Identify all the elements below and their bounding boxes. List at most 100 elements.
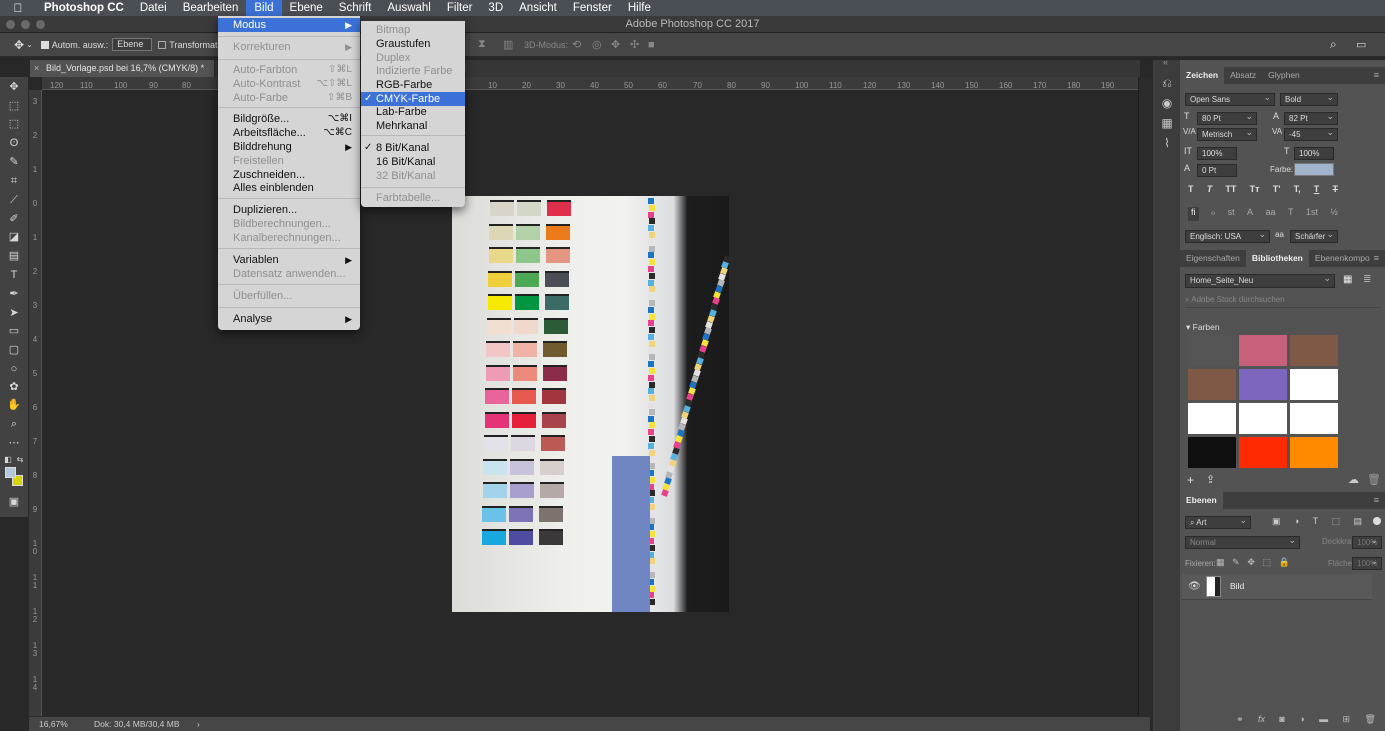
history-icon[interactable]: ⎌ xyxy=(1160,76,1174,90)
menu-hilfe[interactable]: Hilfe xyxy=(620,0,659,16)
bild-menu-item[interactable]: Arbeitsfläche... ⌥⌘C xyxy=(218,126,360,140)
bild-menu-item[interactable]: Analyse ▶ xyxy=(218,312,360,326)
modus-menu-item[interactable]: Graustufen xyxy=(361,37,465,51)
text-tool-icon[interactable]: T xyxy=(5,267,23,283)
delete-layer-icon[interactable]: 🗑 xyxy=(1365,714,1376,725)
zoom-window-icon[interactable] xyxy=(36,20,45,29)
panel-menu-icon[interactable]: ≡ xyxy=(1374,67,1379,84)
lock-artboard-icon[interactable]: ⬚ xyxy=(1263,557,1272,568)
crop-tool-icon[interactable]: ⌗ xyxy=(5,173,23,189)
link-layers-icon[interactable]: ⚭ xyxy=(1236,714,1244,725)
old-style-button[interactable]: ℴ xyxy=(1211,207,1215,221)
auto-select-target-dropdown[interactable]: Ebene xyxy=(112,38,153,51)
library-color-swatch[interactable] xyxy=(1290,437,1338,468)
tracking-field[interactable]: -45 xyxy=(1284,127,1338,141)
fractions-button[interactable]: ½ xyxy=(1330,207,1338,221)
rounded-rect-tool-icon[interactable]: ▢ xyxy=(5,342,23,358)
transform-checkbox[interactable] xyxy=(158,40,167,49)
blend-mode-select[interactable]: Normal xyxy=(1185,535,1300,549)
document-image[interactable] xyxy=(452,196,729,612)
add-mask-icon[interactable]: ◙ xyxy=(1279,714,1284,725)
bild-menu-item[interactable]: Variablen ▶ xyxy=(218,253,360,267)
brush-tool-icon[interactable]: ✐ xyxy=(5,211,23,227)
library-color-swatch[interactable] xyxy=(1188,437,1236,468)
baseline-shift-field[interactable]: 0 Pt xyxy=(1197,164,1237,177)
bild-menu-item[interactable]: Duplizieren... xyxy=(218,203,360,217)
3d-roll-icon[interactable]: ◎ xyxy=(592,38,602,51)
underline-button[interactable]: T xyxy=(1314,184,1320,198)
more-tools-icon[interactable]: ⋯ xyxy=(5,435,23,451)
document-tab[interactable]: × Bild_Vorlage.psd bei 16,7% (CMYK/8) * xyxy=(30,60,215,77)
library-color-swatch[interactable] xyxy=(1239,335,1287,366)
default-colors-icon[interactable]: ◧ xyxy=(3,452,13,468)
all-caps-button[interactable]: TT xyxy=(1225,184,1236,198)
close-window-icon[interactable] xyxy=(6,20,15,29)
tool-preset-dropdown-icon[interactable]: ⌄ xyxy=(26,40,33,49)
library-color-swatch[interactable] xyxy=(1239,403,1287,434)
swap-colors-icon[interactable]: ⇆ xyxy=(15,452,25,468)
panel-menu-icon[interactable]: ≡ xyxy=(1374,492,1379,509)
eyedropper-tool-icon[interactable]: ⟋ xyxy=(5,192,23,208)
modus-menu-item[interactable]: ✓ 8 Bit/Kanal xyxy=(361,141,465,155)
tab-eigenschaften[interactable]: Eigenschaften xyxy=(1180,250,1246,267)
modus-menu-item[interactable]: 16 Bit/Kanal xyxy=(361,155,465,169)
menu-bild[interactable]: Bild xyxy=(246,0,282,16)
panel-menu-icon[interactable]: ≡ xyxy=(1374,250,1379,267)
artboard-tool-icon[interactable]: ⬚ xyxy=(5,98,23,114)
ellipse-tool-icon[interactable]: ○ xyxy=(5,361,23,377)
new-layer-icon[interactable]: ⊞ xyxy=(1343,714,1351,725)
trash-icon[interactable]: 🗑 xyxy=(1367,473,1381,486)
eraser-tool-icon[interactable]: ◪ xyxy=(5,229,23,245)
tab-glyphen[interactable]: Glyphen xyxy=(1262,67,1306,84)
modus-menu-item[interactable]: ✓ CMYK-Farbe xyxy=(361,92,465,106)
bild-menu-item[interactable]: Alles einblenden xyxy=(218,181,360,195)
menu-ebene[interactable]: Ebene xyxy=(282,0,331,16)
gradient-tool-icon[interactable]: ▤ xyxy=(5,248,23,264)
discretionary-lig-button[interactable]: st xyxy=(1228,207,1235,221)
library-color-swatch[interactable] xyxy=(1188,403,1236,434)
language-select[interactable]: Englisch: USA xyxy=(1185,229,1270,243)
adjustment-filter-icon[interactable]: ◑ xyxy=(1294,516,1299,527)
minimize-window-icon[interactable] xyxy=(21,20,30,29)
layer-row[interactable]: 👁 Bild xyxy=(1182,574,1372,600)
library-color-swatch[interactable] xyxy=(1290,369,1338,400)
lock-transparency-icon[interactable]: ▦ xyxy=(1216,557,1225,568)
apple-icon[interactable]:  xyxy=(0,0,36,16)
menu-3d[interactable]: 3D xyxy=(480,0,511,16)
titling-button[interactable]: aa xyxy=(1266,207,1276,221)
menu-bearbeiten[interactable]: Bearbeiten xyxy=(175,0,247,16)
grid-view-icon[interactable]: ▦ xyxy=(1343,274,1352,285)
font-size-field[interactable]: 80 Pt xyxy=(1197,111,1257,125)
search-icon[interactable]: ⌕ xyxy=(1330,37,1337,52)
stock-search[interactable]: ⌕ Adobe Stock durchsuchen xyxy=(1185,295,1381,308)
screen-mode-icon[interactable]: ▣ xyxy=(5,494,23,510)
bild-menu-item[interactable]: Bilddrehung ▶ xyxy=(218,140,360,154)
collapse-panels-icon[interactable]: « xyxy=(1163,57,1168,67)
3d-orbit-icon[interactable]: ⟲ xyxy=(572,38,581,51)
colors-section-header[interactable]: ▾ Farben xyxy=(1186,322,1220,333)
close-tab-icon[interactable]: × xyxy=(34,60,39,77)
custom-shape-tool-icon[interactable]: ✿ xyxy=(5,379,23,395)
zoom-level[interactable]: 16,67% xyxy=(39,717,68,731)
tab-absatz[interactable]: Absatz xyxy=(1224,67,1262,84)
foreground-color-swatch[interactable] xyxy=(5,467,16,478)
pen-tool-icon[interactable]: ✒ xyxy=(5,286,23,302)
menu-ansicht[interactable]: Ansicht xyxy=(511,0,565,16)
marquee-tool-icon[interactable]: ⬚ xyxy=(5,116,23,132)
status-menu-arrow[interactable]: › xyxy=(197,717,200,731)
shape-filter-icon[interactable]: ⬚ xyxy=(1332,516,1341,527)
auto-select-checkbox[interactable] xyxy=(40,40,49,49)
ordinals-button[interactable]: 1st xyxy=(1306,207,1318,221)
lasso-tool-icon[interactable]: ʘ xyxy=(5,135,23,151)
bild-menu-item[interactable]: Zuschneiden... xyxy=(218,168,360,182)
lock-pixels-icon[interactable]: ✎ xyxy=(1232,557,1240,568)
move-tool-icon[interactable]: ✥ xyxy=(5,79,23,95)
bild-menu-item[interactable]: Bildgröße... ⌥⌘I xyxy=(218,112,360,126)
workspace-icon[interactable]: ▭ xyxy=(1356,38,1366,51)
subscript-button[interactable]: T, xyxy=(1294,184,1301,198)
font-style-select[interactable]: Bold xyxy=(1280,92,1338,106)
fill-field[interactable]: 100% xyxy=(1352,556,1382,570)
tab-bibliotheken[interactable]: Bibliotheken xyxy=(1245,250,1309,267)
ligatures-button[interactable]: fi xyxy=(1188,207,1199,221)
horizontal-scale-field[interactable]: 100% xyxy=(1294,147,1334,160)
